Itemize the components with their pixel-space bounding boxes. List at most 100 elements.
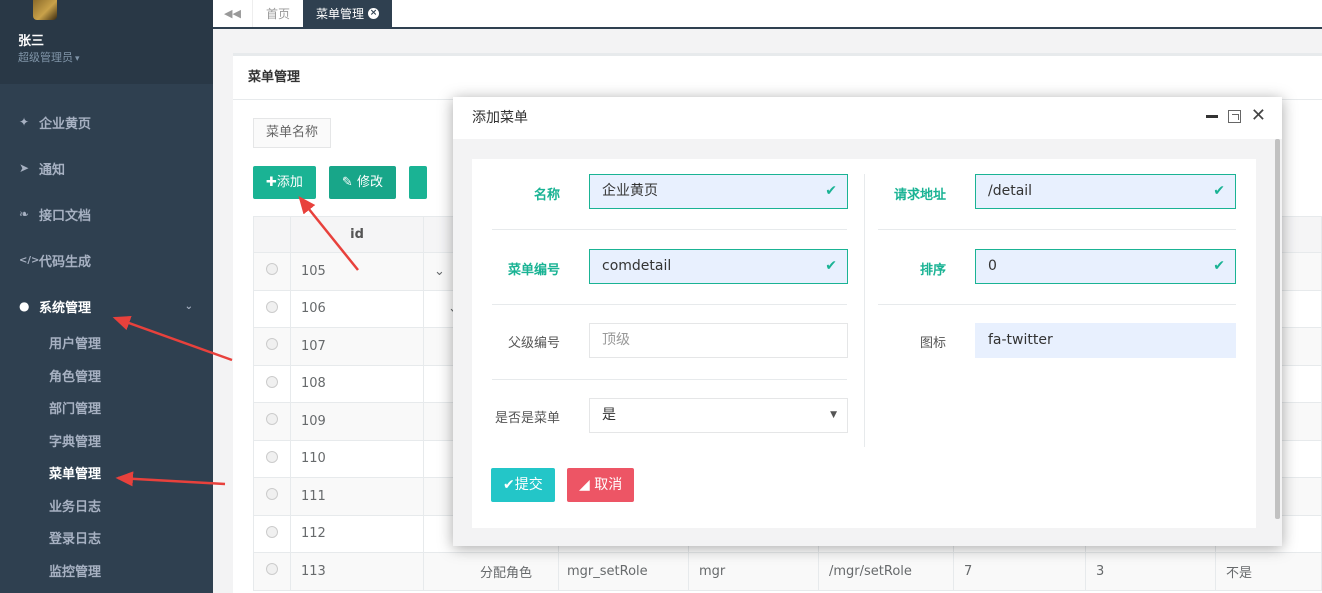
sidebar-item-label: 代码生成 [39, 254, 92, 270]
check-icon: ✔ [825, 258, 837, 274]
sidebar-item-code-gen[interactable]: </> 代码生成 [0, 237, 213, 283]
add-button[interactable]: ✚添加 [253, 166, 316, 199]
tab-label: 菜单管理 [316, 7, 365, 21]
sidebar-item-yellow-pages[interactable]: ✦ 企业黄页 [0, 99, 213, 145]
cell-id: 109 [290, 402, 424, 441]
submit-button[interactable]: ✔提交 [491, 468, 555, 502]
is-menu-select[interactable]: 是 ▼ [589, 398, 848, 433]
edit-button-label: 修改 [356, 175, 383, 190]
edit-button[interactable]: ✎ 修改 [328, 166, 396, 199]
divider [492, 379, 847, 380]
user-name: 张三 [18, 34, 45, 49]
sidebar: 张三 超级管理员 ▾ ✦ 企业黄页 ➤ 通知 ❧ 接口文档 </> 代码生成 ● 系统管理 ⌄… [0, 0, 213, 593]
parent-field[interactable]: 顶级 [589, 323, 848, 358]
scrollbar[interactable] [1275, 139, 1280, 519]
eraser-icon: ◢ [579, 477, 595, 493]
plus-icon: ✚ [266, 175, 277, 190]
cell-id: 113 [290, 552, 424, 591]
is-menu-value: 是 [602, 407, 616, 423]
icon-field[interactable]: fa-twitter [975, 323, 1236, 358]
url-field[interactable]: /detail ✔ [975, 174, 1236, 209]
submit-label: 提交 [514, 477, 543, 493]
icon-value: fa-twitter [988, 332, 1053, 348]
cancel-button[interactable]: ◢ 取消 [567, 468, 635, 502]
sidebar-item-api-docs[interactable]: ❧ 接口文档 [0, 191, 213, 237]
code-label: 菜单编号 [507, 263, 560, 278]
row-radio[interactable] [266, 525, 278, 538]
sidebar-item-label: 企业黄页 [39, 116, 92, 132]
row-radio[interactable] [266, 413, 278, 426]
row-radio[interactable] [266, 263, 278, 276]
sort-field[interactable]: 0 ✔ [975, 249, 1236, 284]
url-label: 请求地址 [893, 188, 946, 203]
name-label: 名称 [533, 188, 560, 203]
divider [878, 229, 1236, 230]
sidebar-item-notice[interactable]: ➤ 通知 [0, 145, 213, 191]
chevron-down-icon: ⌄ [184, 300, 193, 312]
sidebar-item-biz-log[interactable]: 业务日志 [0, 492, 213, 525]
caret-down-icon: ▾ [75, 54, 80, 64]
row-radio[interactable] [266, 300, 278, 313]
tab-menu-management[interactable]: 菜单管理 × [303, 0, 393, 27]
cell-id: 106 [290, 289, 424, 328]
name-value: 企业黄页 [602, 183, 658, 199]
cell-id: 107 [290, 327, 424, 366]
cell-id: 108 [290, 364, 424, 403]
sidebar-item-role[interactable]: 角色管理 [0, 362, 213, 395]
table-row[interactable]: 113 分配角色 mgr_setRole mgr/mgr/setRole 7 3 不是 [253, 552, 1322, 591]
form-card: 名称 企业黄页 ✔ 请求地址 /detail ✔ 菜单编号 comdetail ✔ 排… [472, 159, 1256, 528]
row-radio[interactable] [266, 338, 278, 351]
sidebar-item-monitor[interactable]: 监控管理 [0, 557, 213, 590]
name-field[interactable]: 企业黄页 ✔ [589, 174, 848, 209]
parent-placeholder: 顶级 [602, 332, 630, 348]
check-icon: ✔ [1213, 183, 1225, 199]
sidebar-item-menu[interactable]: 菜单管理 [0, 459, 213, 492]
cancel-label: 取消 [594, 477, 623, 493]
sidebar-item-user[interactable]: 用户管理 [0, 329, 213, 362]
cell-parent: mgr [688, 552, 819, 591]
sidebar-item-dict[interactable]: 字典管理 [0, 427, 213, 460]
user-role-dropdown[interactable]: 超级管理员 ▾ [18, 49, 80, 65]
edit-icon: ✎ [341, 175, 357, 190]
tab-back-button[interactable]: ◀◀ [213, 0, 253, 27]
cell-id: 110 [290, 439, 424, 478]
cell-id: 111 [290, 477, 424, 516]
sidebar-item-login-log[interactable]: 登录日志 [0, 524, 213, 557]
tab-bar: ◀◀ 首页 菜单管理 × [213, 0, 1322, 29]
row-radio[interactable] [266, 488, 278, 501]
cell-id: 105 [290, 252, 424, 291]
modal-body: 名称 企业黄页 ✔ 请求地址 /detail ✔ 菜单编号 comdetail ✔ 排… [453, 139, 1282, 546]
minimize-icon[interactable] [1205, 114, 1218, 118]
row-radio[interactable] [266, 450, 278, 463]
code-value: comdetail [602, 258, 672, 274]
double-left-arrow-icon: ◀◀ [224, 7, 241, 20]
avatar[interactable] [33, 0, 57, 20]
tab-home[interactable]: 首页 [253, 0, 303, 27]
cell-level: 3 [1085, 552, 1216, 591]
close-icon[interactable]: ✕ [1251, 107, 1266, 125]
search-label: 菜单名称 [253, 118, 332, 148]
close-icon[interactable]: × [368, 8, 380, 19]
modal-title: 添加菜单 [453, 97, 1282, 139]
row-radio[interactable] [266, 375, 278, 388]
add-menu-modal: 添加菜单 ✕ 名称 企业黄页 ✔ 请求地址 /detail ✔ 菜单编号 comde… [453, 97, 1282, 546]
cell-url: /mgr/setRole [818, 552, 954, 591]
user-role-label: 超级管理员 [18, 51, 73, 64]
code-field[interactable]: comdetail ✔ [589, 249, 848, 284]
header-id: id [290, 216, 424, 253]
sidebar-item-label: 系统管理 [39, 300, 92, 316]
row-radio[interactable] [266, 563, 278, 576]
sidebar-item-dept[interactable]: 部门管理 [0, 394, 213, 427]
sidebar-nav: ✦ 企业黄页 ➤ 通知 ❧ 接口文档 </> 代码生成 ● 系统管理 ⌄ [0, 99, 213, 329]
divider [492, 304, 847, 305]
modal-controls: ✕ [1205, 107, 1266, 125]
sort-value: 0 [988, 258, 997, 274]
column-divider [864, 174, 865, 447]
twitter-icon: ✦ [19, 115, 30, 129]
header-select [253, 216, 291, 253]
sidebar-item-system[interactable]: ● 系统管理 ⌄ [0, 283, 213, 329]
user-icon: ● [19, 299, 30, 313]
maximize-icon[interactable] [1227, 109, 1241, 123]
delete-button[interactable] [408, 166, 427, 199]
sidebar-item-label: 通知 [39, 162, 66, 178]
